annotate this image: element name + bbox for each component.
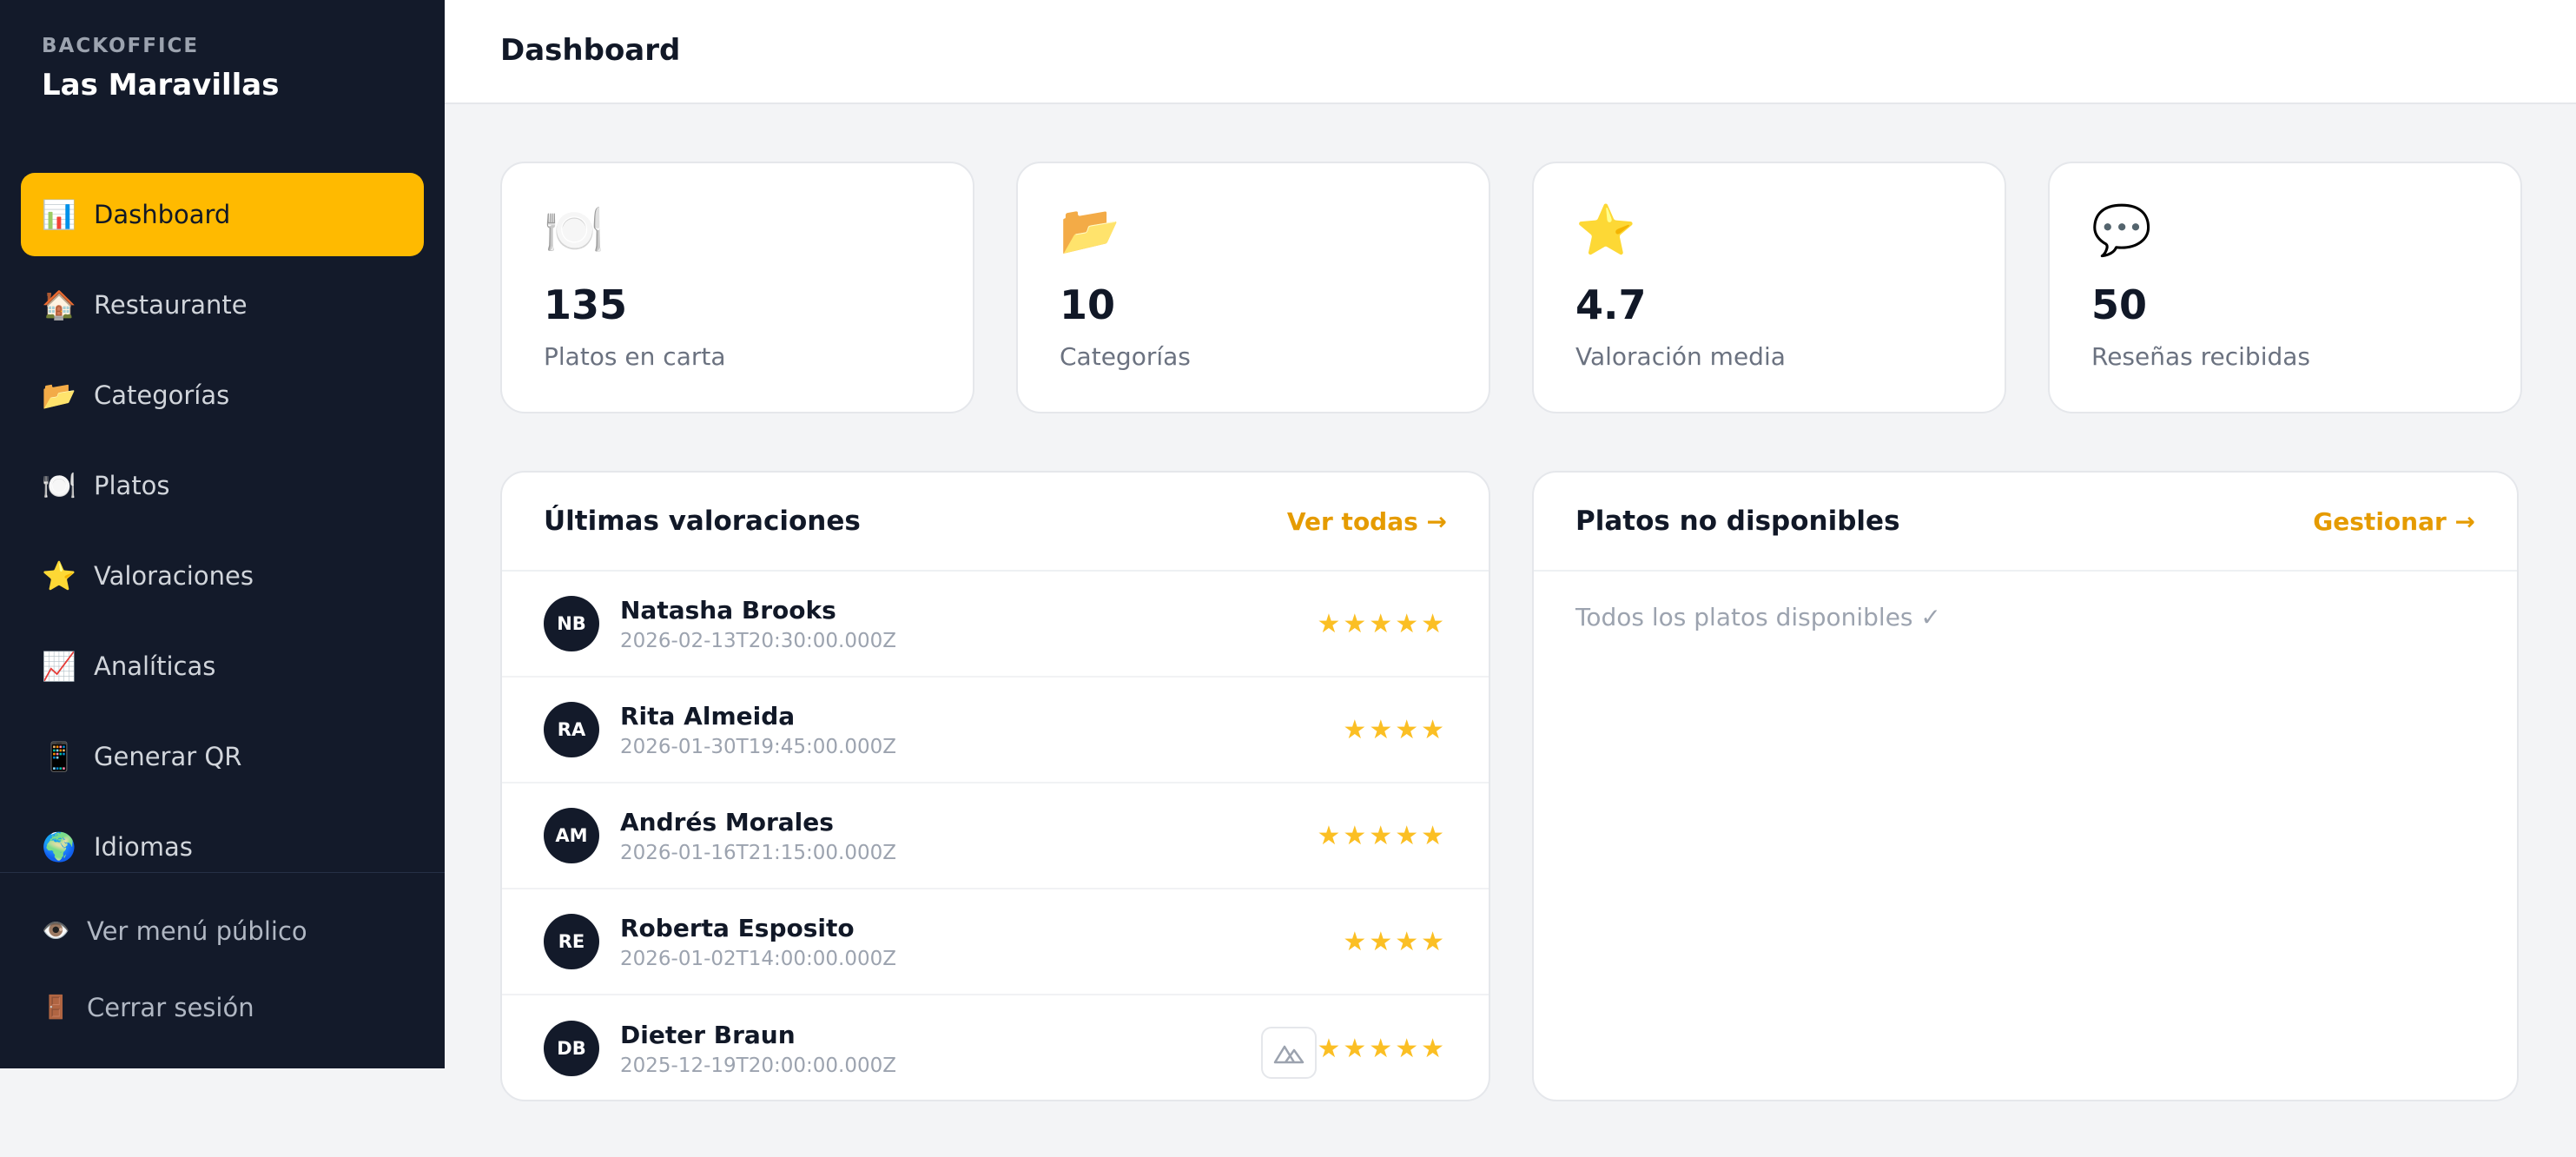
sidebar-item-label: Valoraciones [94,561,254,591]
stat-label: Platos en carta [544,342,726,371]
reviewer-name: Roberta Esposito [620,913,855,942]
stat-label: Categorías [1060,342,1191,371]
review-date: 2026-01-02T14:00:00.000Z [620,947,896,970]
review-row[interactable]: RA Rita Almeida 2026-01-30T19:45:00.000Z… [502,678,1489,783]
mountain-logo-icon[interactable] [1261,1027,1317,1079]
review-row[interactable]: AM Andrés Morales 2026-01-16T21:15:00.00… [502,783,1489,889]
brand-name: Las Maravillas [42,68,280,102]
view-all-link[interactable]: Ver todas → [1287,507,1447,536]
sidebar-item-label: Categorías [94,380,230,410]
stat-value: 4.7 [1575,281,1647,328]
plate-icon: 🍽️ [544,202,604,259]
footer-item-label: Ver menú público [87,916,307,946]
reviewer-name: Rita Almeida [620,701,796,731]
view-public-menu-link[interactable]: 👁️ Ver menú público [42,893,307,969]
review-date: 2026-01-16T21:15:00.000Z [620,841,896,864]
trend-chart-icon: 📈 [42,650,76,683]
footer-item-label: Cerrar sesión [87,993,254,1022]
folder-icon: 📂 [1060,202,1120,259]
topbar: Dashboard [445,0,2576,104]
sidebar-item-restaurante[interactable]: 🏠 Restaurante [21,263,424,347]
review-meta: Andrés Morales 2026-01-16T21:15:00.000Z [620,808,1318,864]
stat-card-reviews: 💬 50 Reseñas recibidas [2048,162,2522,413]
stat-value: 135 [544,281,628,328]
avatar: NB [544,596,599,651]
sidebar-nav: 📊 Dashboard 🏠 Restaurante 📂 Categorías 🍽… [21,173,424,896]
reviewer-name: Natasha Brooks [620,595,836,625]
stat-label: Valoración media [1575,342,1786,371]
star-rating: ★★★★★ [1317,820,1447,851]
sidebar-divider [0,872,445,873]
review-meta: Dieter Braun 2025-12-19T20:00:00.000Z [620,1021,1318,1077]
sidebar-item-label: Restaurante [94,290,248,320]
review-date: 2026-01-30T19:45:00.000Z [620,735,896,758]
star-rating: ★★★★★ [1317,1033,1447,1064]
sidebar-item-label: Idiomas [94,832,193,862]
panel-header: Últimas valoraciones Ver todas → [502,473,1489,572]
folder-icon: 📂 [42,379,76,412]
sidebar-item-label: Dashboard [94,200,231,229]
sidebar-item-categorias[interactable]: 📂 Categorías [21,354,424,437]
page-title: Dashboard [500,33,681,68]
logout-link[interactable]: 🚪 Cerrar sesión [42,969,307,1046]
eye-icon: 👁️ [42,918,70,944]
stat-value: 50 [2091,281,2148,328]
stat-value: 10 [1060,281,1116,328]
sidebar-item-platos[interactable]: 🍽️ Platos [21,444,424,527]
panel-header: Platos no disponibles Gestionar → [1534,473,2517,572]
unavailable-dishes-panel: Platos no disponibles Gestionar → Todos … [1532,471,2519,1101]
star-icon: ⭐ [42,559,76,592]
speech-bubble-icon: 💬 [2091,202,2152,259]
manage-link[interactable]: Gestionar → [2313,507,2475,536]
review-date: 2025-12-19T20:00:00.000Z [620,1054,896,1077]
latest-reviews-panel: Últimas valoraciones Ver todas → NB Nata… [500,471,1490,1101]
sidebar: BACKOFFICE Las Maravillas 📊 Dashboard 🏠 … [0,0,445,1068]
star-rating: ★★★★★ [1317,608,1447,639]
sidebar-footer: 👁️ Ver menú público 🚪 Cerrar sesión [42,893,307,1046]
stat-card-dishes: 🍽️ 135 Platos en carta [500,162,974,413]
sidebar-item-analiticas[interactable]: 📈 Analíticas [21,625,424,708]
avatar: RA [544,702,599,757]
panel-title: Últimas valoraciones [544,506,861,537]
sidebar-item-label: Analíticas [94,651,216,681]
stat-card-categories: 📂 10 Categorías [1016,162,1490,413]
review-meta: Natasha Brooks 2026-02-13T20:30:00.000Z [620,596,1318,652]
review-row[interactable]: NB Natasha Brooks 2026-02-13T20:30:00.00… [502,572,1489,678]
sidebar-item-dashboard[interactable]: 📊 Dashboard [21,173,424,256]
sidebar-item-label: Platos [94,471,170,500]
door-icon: 🚪 [42,995,70,1021]
sidebar-item-valoraciones[interactable]: ⭐ Valoraciones [21,534,424,618]
stat-card-rating: ⭐ 4.7 Valoración media [1532,162,2006,413]
phone-icon: 📱 [42,740,76,773]
review-date: 2026-02-13T20:30:00.000Z [620,629,896,652]
avatar: AM [544,808,599,863]
empty-state-text: Todos los platos disponibles ✓ [1575,603,1941,631]
reviewer-name: Andrés Morales [620,807,834,836]
sidebar-item-generar-qr[interactable]: 📱 Generar QR [21,715,424,798]
globe-icon: 🌍 [42,830,76,863]
sidebar-item-idiomas[interactable]: 🌍 Idiomas [21,805,424,889]
mountain-logo-svg [1273,1045,1305,1064]
star-rating: ★★★★ [1343,926,1447,957]
review-row[interactable]: RE Roberta Esposito 2026-01-02T14:00:00.… [502,889,1489,995]
reviewer-name: Dieter Braun [620,1020,796,1049]
review-meta: Roberta Esposito 2026-01-02T14:00:00.000… [620,914,1343,970]
sidebar-item-label: Generar QR [94,742,242,771]
bar-chart-icon: 📊 [42,198,76,231]
panel-title: Platos no disponibles [1575,506,1900,537]
review-meta: Rita Almeida 2026-01-30T19:45:00.000Z [620,702,1343,758]
house-icon: 🏠 [42,288,76,321]
plate-icon: 🍽️ [42,469,76,502]
star-icon: ⭐ [1575,202,1636,259]
avatar: DB [544,1021,599,1076]
review-row[interactable]: DB Dieter Braun 2025-12-19T20:00:00.000Z… [502,995,1489,1100]
brand-kicker: BACKOFFICE [42,35,200,57]
star-rating: ★★★★ [1343,714,1447,745]
stat-label: Reseñas recibidas [2091,342,2310,371]
brand: BACKOFFICE Las Maravillas [42,35,279,102]
avatar: RE [544,914,599,969]
